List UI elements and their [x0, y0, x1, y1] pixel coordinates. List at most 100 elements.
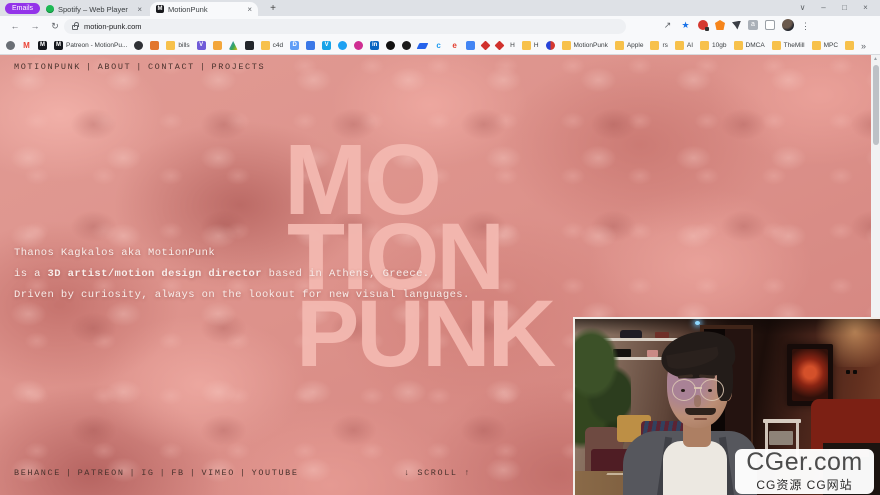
tab-close-icon[interactable]: × [137, 5, 142, 14]
bookmark-label: H [534, 42, 539, 49]
profile-avatar[interactable] [782, 19, 794, 31]
tab-spotify[interactable]: Spotify – Web Player × [40, 2, 148, 16]
sidepanel-extension-icon[interactable] [765, 20, 775, 30]
bookmark-orange-site[interactable] [150, 41, 159, 50]
scrollbar-up-icon[interactable]: ▲ [871, 55, 880, 64]
translate-extension-icon[interactable]: a [748, 20, 758, 30]
linkedin-icon: in [370, 41, 379, 50]
footer-link-vimeo[interactable]: VIMEO [201, 468, 235, 478]
tab-motionpunk[interactable]: M MotionPunk × [150, 2, 258, 16]
new-tab-button[interactable]: + [266, 2, 280, 16]
bookmarks-overflow-icon[interactable]: » [861, 41, 866, 51]
purple-v-icon: V [197, 41, 206, 50]
footer-link-youtube[interactable]: YOUTUBE [252, 468, 299, 478]
bookmark-blue-swoosh[interactable] [418, 42, 427, 49]
bookmark-folder-c4d[interactable]: c4d [261, 41, 283, 50]
bookmark-red-diamond-2[interactable] [496, 42, 503, 49]
bookmark-folder-bills[interactable]: bills [166, 41, 189, 50]
nav-link-motionpunk[interactable]: MOTIONPUNK [14, 62, 81, 72]
address-bar[interactable]: motion-punk.com [64, 19, 626, 34]
bookmark-folder-framestore[interactable]: Framestore [845, 41, 857, 50]
motionpunk-icon: M [38, 41, 47, 50]
adblock-extension-icon[interactable] [698, 20, 708, 30]
bookmark-e-site[interactable]: e [450, 41, 459, 50]
nav-link-about[interactable]: ABOUT [98, 62, 132, 72]
bookmark-twitter[interactable] [338, 41, 347, 50]
folder-framestore-icon [845, 41, 854, 50]
maximize-button[interactable]: □ [834, 0, 855, 16]
bookmark-folder-h[interactable]: H [522, 41, 539, 50]
hero-text: Thanos Kagkalos aka MotionPunk is a 3D a… [14, 243, 470, 306]
e-site-icon: e [450, 41, 459, 50]
separator: | [125, 468, 142, 478]
minimize-button[interactable]: – [813, 0, 834, 16]
bookmark-vimeo[interactable]: V [322, 41, 331, 50]
bookmark-tiktok[interactable] [386, 41, 395, 50]
folder-c4d-icon [261, 41, 270, 50]
bookmark-items: MM MPatreon - MotionPu... bills Vc4d D Vin ce H… [6, 41, 857, 50]
bookmark-label: Patreon - MotionPu... [66, 42, 127, 49]
bookmark-label: Apple [627, 42, 644, 49]
instagram-icon [354, 41, 363, 50]
bookmark-patreon-motionpunk[interactable]: MPatreon - MotionPu... [54, 41, 127, 50]
back-button[interactable]: ← [8, 19, 22, 33]
scroll-indicator: ↓ SCROLL ↑ [404, 468, 471, 478]
bookmark-amber-site[interactable] [213, 41, 222, 50]
bookmark-folder-mpc[interactable]: MPC [812, 41, 838, 50]
footer-link-ig[interactable]: IG [141, 468, 154, 478]
bookmark-gmail[interactable]: M [22, 41, 31, 50]
bookmark-folder-dmca[interactable]: DMCA [734, 41, 765, 50]
scrollbar-thumb[interactable] [873, 65, 879, 145]
dark-square-icon [245, 41, 254, 50]
bookmark-red-diamond-1[interactable] [482, 42, 489, 49]
bookmark-folder-rs[interactable]: rs [650, 41, 667, 50]
google-drive-icon [229, 41, 238, 50]
browser-menu-icon[interactable]: ⋮ [801, 21, 810, 32]
folder-rs-icon [650, 41, 659, 50]
tab-title: Spotify – Web Player [58, 5, 133, 14]
person-eye [708, 389, 712, 392]
bookmark-motionpunk[interactable]: M [38, 41, 47, 50]
tab-close-icon[interactable]: × [247, 5, 252, 14]
footer-link-patreon[interactable]: PATREON [78, 468, 125, 478]
bookmark-star-icon[interactable]: ★ [680, 20, 691, 31]
nav-link-contact[interactable]: CONTACT [148, 62, 195, 72]
bookmark-dark-square[interactable] [245, 41, 254, 50]
bookmark-instagram[interactable] [354, 41, 363, 50]
person-tshirt [663, 441, 727, 495]
bookmark-google-drive[interactable] [229, 41, 238, 50]
url-text[interactable]: motion-punk.com [84, 22, 142, 31]
bookmark-h-bookmark[interactable]: H [510, 42, 515, 49]
person-nose [694, 395, 701, 407]
bookmark-dark-site[interactable] [134, 41, 143, 50]
person-eye [681, 389, 685, 392]
separator: | [131, 62, 148, 72]
bookmark-dark-red-site[interactable] [402, 41, 411, 50]
bookmark-docs[interactable]: D [290, 41, 299, 50]
reload-button[interactable]: ↻ [48, 19, 62, 33]
footer-link-behance[interactable]: BEHANCE [14, 468, 61, 478]
bookmark-blue-square[interactable] [466, 41, 475, 50]
tab-group-emails[interactable]: Emails [5, 3, 40, 14]
bookmark-blue-site[interactable] [306, 41, 315, 50]
bookmark-folder-motionpunk[interactable]: MotionPunk [562, 41, 608, 50]
tab-search-icon[interactable]: ∨ [792, 0, 813, 16]
footer-link-fb[interactable]: FB [171, 468, 184, 478]
bookmark-blue-red-site[interactable] [546, 41, 555, 50]
forward-button[interactable]: → [28, 19, 42, 33]
bookmark-purple-v[interactable]: V [197, 41, 206, 50]
bookmark-folder-themill[interactable]: TheMill [772, 41, 805, 50]
bookmark-folder-ai[interactable]: AI [675, 41, 693, 50]
bookmark-folder-apple[interactable]: Apple [615, 41, 644, 50]
bookmark-folder-10gb[interactable]: 10gb [700, 41, 726, 50]
dark-extension-icon[interactable] [732, 21, 741, 30]
bookmark-c-site[interactable]: c [434, 41, 443, 50]
vimeo-icon: V [322, 41, 331, 50]
nav-link-projects[interactable]: PROJECTS [212, 62, 266, 72]
metamask-extension-icon[interactable] [715, 20, 725, 30]
bookmark-linkedin[interactable]: in [370, 41, 379, 50]
share-icon[interactable]: ↗ [662, 20, 673, 31]
twitter-icon [338, 41, 347, 50]
close-button[interactable]: × [855, 0, 876, 16]
bookmark-globe[interactable] [6, 41, 15, 50]
